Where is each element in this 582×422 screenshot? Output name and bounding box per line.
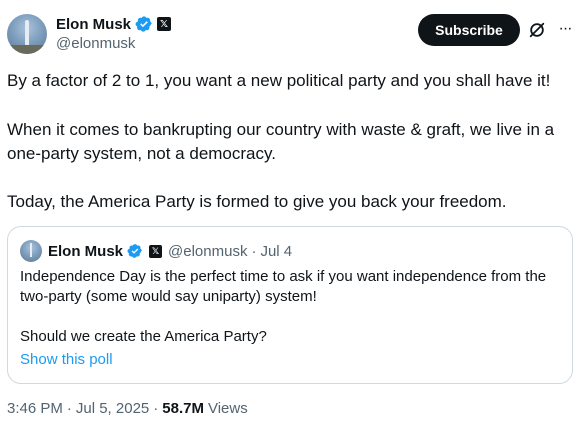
quoted-author-name: Elon Musk (48, 242, 124, 260)
post-paragraph-2: When it comes to bankrupting our country… (7, 120, 555, 163)
quoted-verified-badge-icon (127, 243, 143, 259)
quoted-author-avatar (20, 240, 42, 262)
post-header: Elon Musk 𝕏 @elonmusk Subscribe ··· (0, 0, 582, 64)
quoted-post[interactable]: Elon Musk 𝕏 @elonmusk · Jul 4 Independen… (7, 226, 573, 384)
quoted-separator: · (251, 242, 257, 260)
avatar-ground-graphic (7, 45, 47, 54)
quoted-paragraph-2: Should we create the America Party? (20, 328, 267, 345)
verified-badge-icon[interactable] (135, 15, 153, 33)
author-name-row: Elon Musk 𝕏 (56, 14, 172, 34)
post-time[interactable]: 3:46 PM (7, 400, 63, 417)
post-paragraph-3: Today, the America Party is formed to gi… (7, 192, 507, 211)
subscribe-button[interactable]: Subscribe (418, 14, 520, 46)
more-dots-icon[interactable]: ··· (556, 20, 574, 38)
quoted-post-header: Elon Musk 𝕏 @elonmusk · Jul 4 (48, 241, 292, 261)
post-date[interactable]: Jul 5, 2025 (76, 400, 149, 417)
author-name[interactable]: Elon Musk (56, 16, 131, 33)
views-count: 58.7M (162, 400, 204, 417)
grok-icon[interactable] (528, 21, 546, 39)
meta-separator: · (66, 400, 72, 417)
show-poll-link[interactable]: Show this poll (20, 351, 113, 368)
x-logo-icon[interactable]: 𝕏 (157, 17, 172, 31)
views-label: Views (207, 400, 248, 417)
avatar-rocket-graphic (25, 20, 29, 46)
author-handle[interactable]: @elonmusk (56, 35, 135, 52)
quoted-paragraph-1: Independence Day is the perfect time to … (20, 268, 547, 305)
quoted-avatar-rocket-graphic (30, 243, 32, 257)
author-avatar[interactable] (7, 14, 47, 54)
meta-separator-2: · (153, 400, 159, 417)
post-metadata: 3:46 PM · Jul 5, 2025 · 58.7M Views (7, 400, 248, 417)
quoted-post-date: Jul 4 (260, 242, 293, 260)
post-paragraph-1: By a factor of 2 to 1, you want a new po… (7, 71, 551, 90)
quoted-x-logo-icon: 𝕏 (149, 244, 163, 258)
quoted-author-handle: @elonmusk (168, 242, 248, 260)
